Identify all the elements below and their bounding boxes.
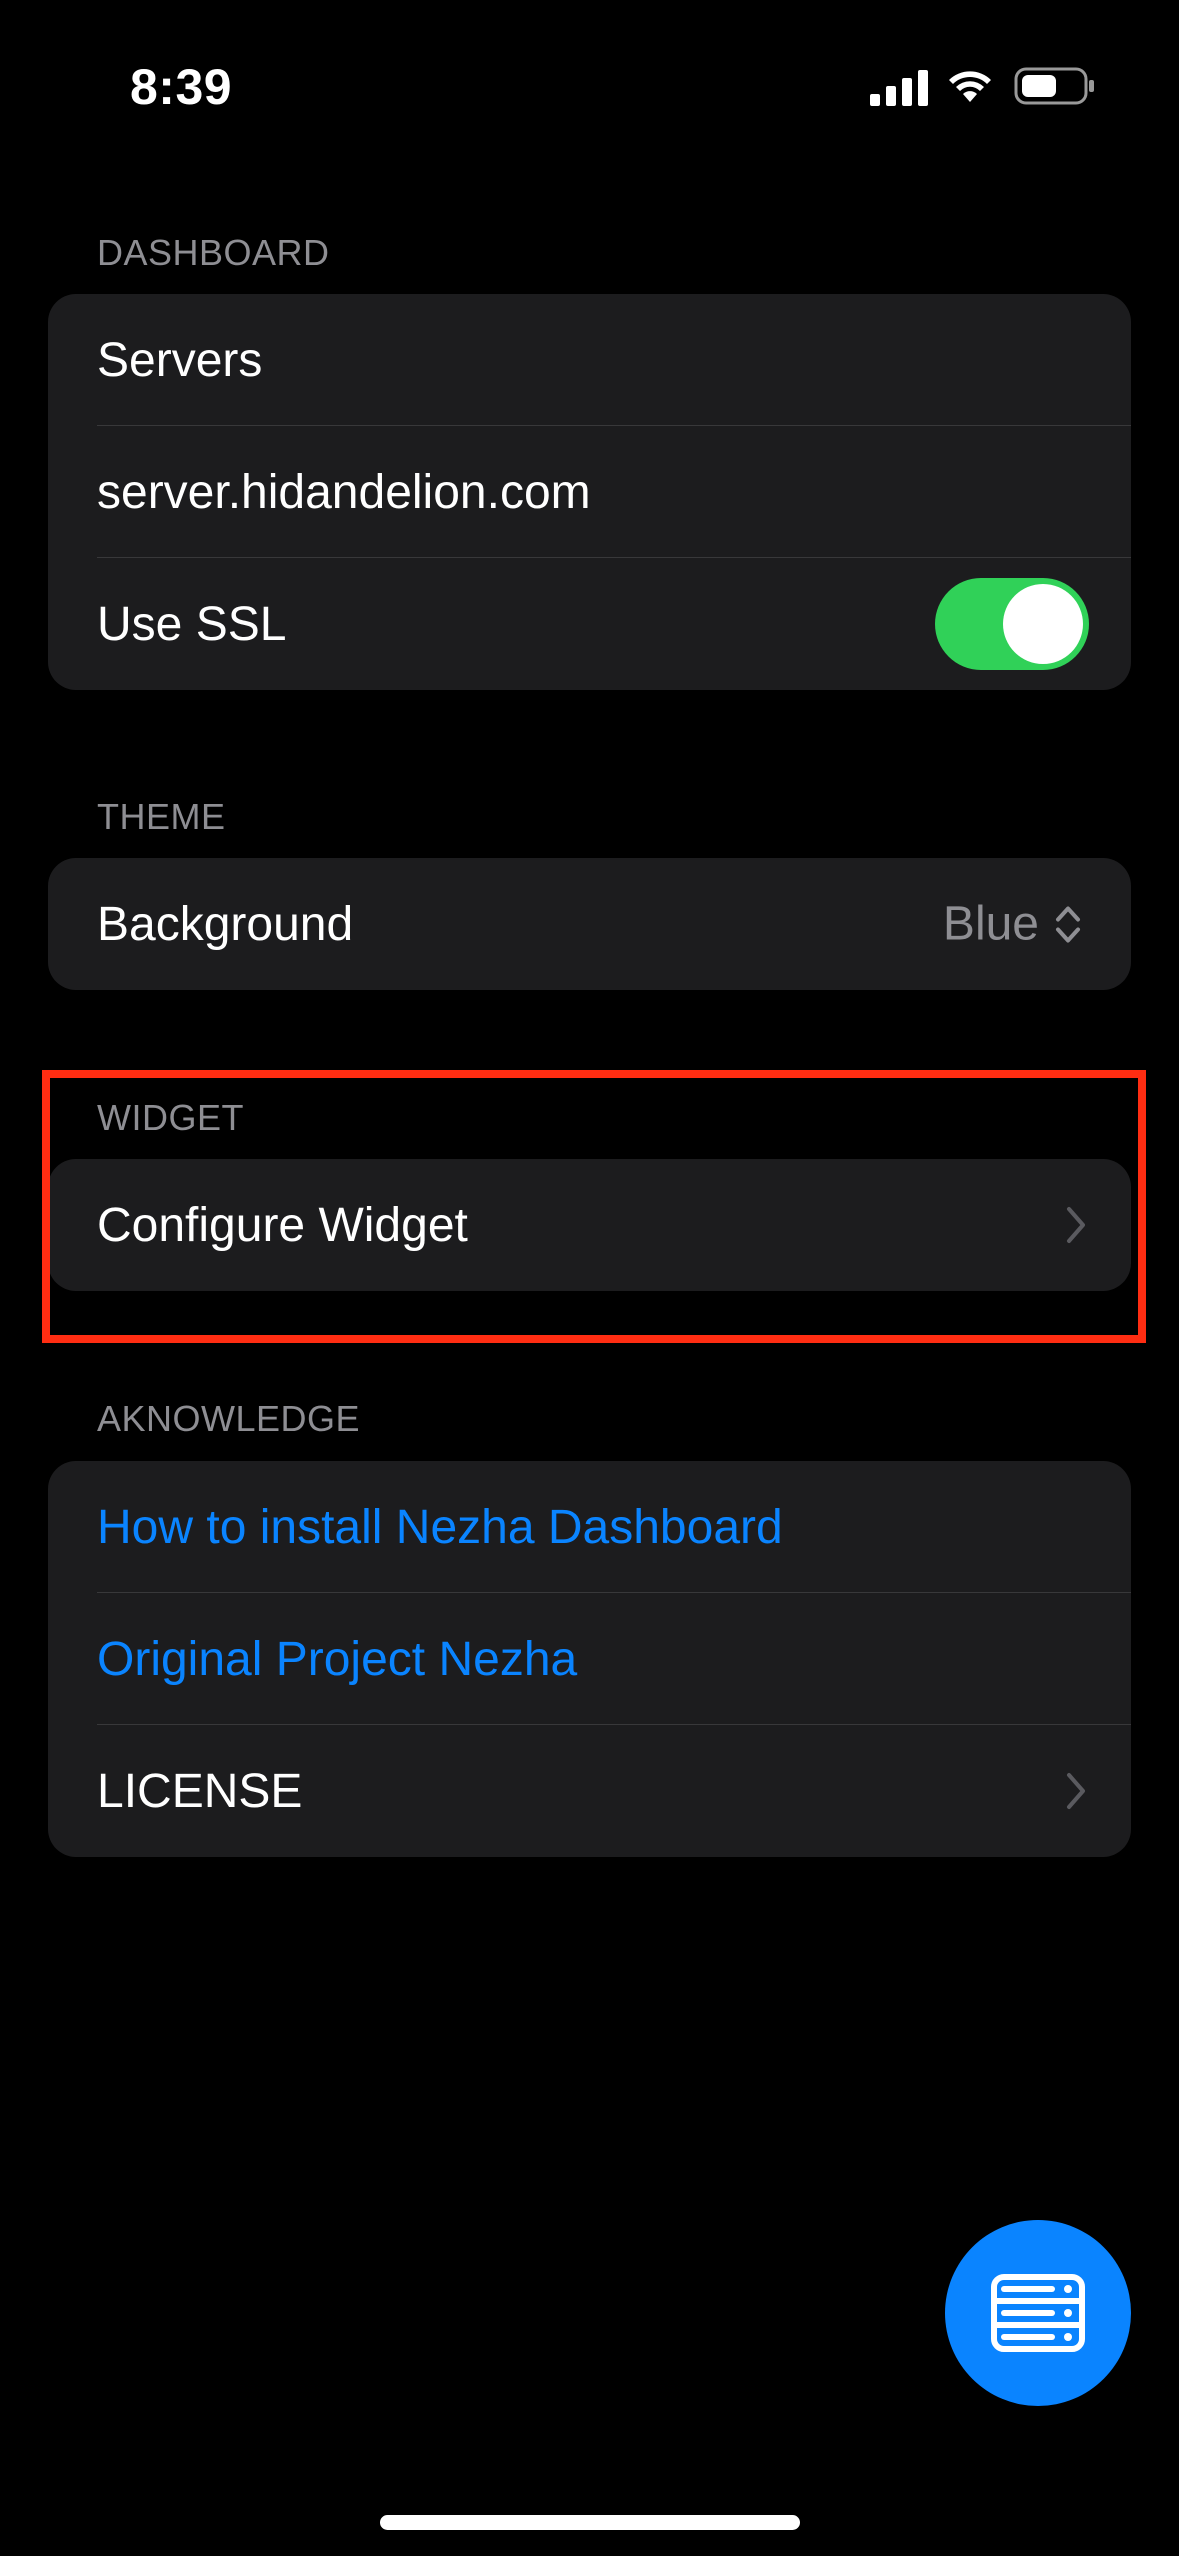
license-label: LICENSE [97,1764,303,1818]
use-ssl-row: Use SSL [48,558,1131,690]
use-ssl-label: Use SSL [97,597,287,651]
host-label: server.hidandelion.com [97,465,591,519]
acknowledge-card: How to install Nezha Dashboard Original … [48,1461,1131,1857]
home-indicator[interactable] [380,2515,800,2530]
background-picker[interactable]: Blue [943,897,1081,952]
background-label: Background [97,897,354,951]
status-time: 8:39 [130,59,233,115]
configure-widget-label: Configure Widget [97,1198,468,1252]
use-ssl-toggle[interactable] [935,578,1089,670]
background-value: Blue [942,897,1039,951]
section-header-widget: WIDGET [97,1097,244,1138]
servers-label: Servers [97,333,263,387]
wifi-icon [949,71,991,102]
section-header-theme: THEME [97,796,226,837]
widget-card: Configure Widget [48,1159,1131,1291]
server-list-icon [991,2274,1085,2352]
original-project-link[interactable]: Original Project Nezha [48,1593,1131,1725]
toggle-knob [1003,584,1083,664]
theme-card: Background Blue [48,858,1131,990]
license-row[interactable]: LICENSE [48,1725,1131,1857]
server-list-button[interactable] [945,2220,1131,2406]
configure-widget-row[interactable]: Configure Widget [48,1159,1131,1291]
original-project-label: Original Project Nezha [97,1632,578,1686]
chevron-right-icon [1067,1207,1085,1243]
install-guide-link[interactable]: How to install Nezha Dashboard [48,1461,1131,1593]
host-row[interactable]: server.hidandelion.com [48,426,1131,558]
servers-row[interactable]: Servers [48,294,1131,426]
background-row: Background Blue [48,858,1131,990]
chevron-up-down-icon [1056,906,1080,942]
chevron-right-icon [1067,1773,1085,1809]
section-header-acknowledge: AKNOWLEDGE [97,1398,361,1439]
dashboard-card: Servers server.hidandelion.com Use SSL [48,294,1131,690]
install-guide-label: How to install Nezha Dashboard [97,1500,783,1554]
battery-icon [1014,67,1094,105]
cellular-signal-icon [870,70,928,106]
settings-screen: 8:39 DASHBOARD Servers server.hidandelio… [0,0,1179,2556]
section-header-dashboard: DASHBOARD [97,232,330,273]
